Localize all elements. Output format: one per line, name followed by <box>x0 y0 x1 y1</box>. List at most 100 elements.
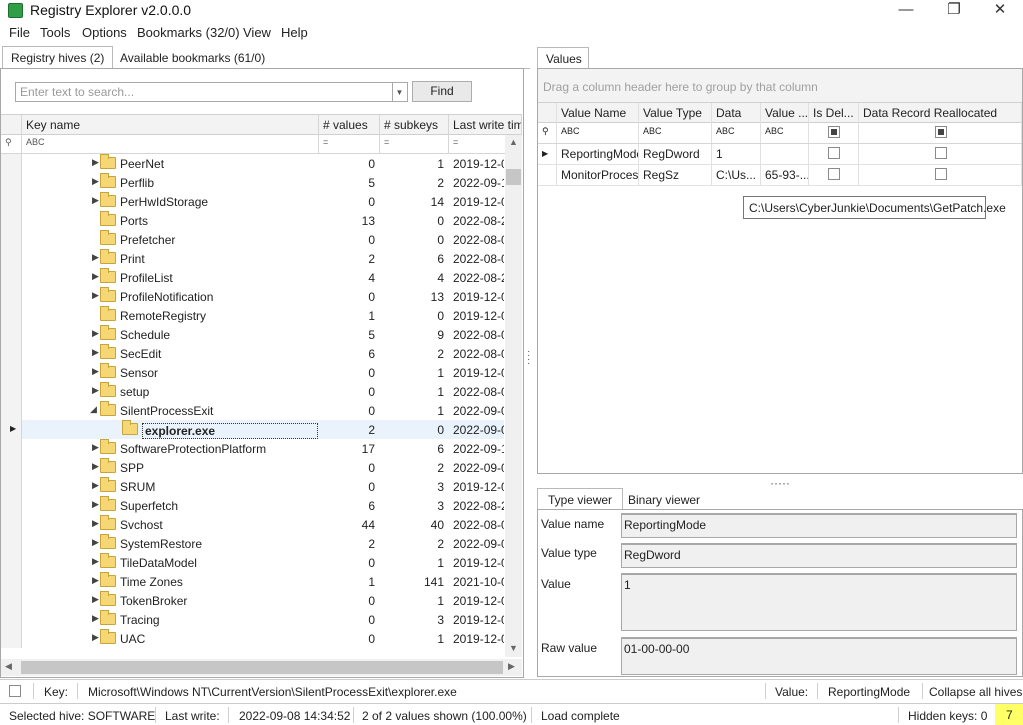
tree-row[interactable]: ▶ PerHwIdStorage 0 14 2019-12-07 <box>22 192 504 211</box>
is-deleted-checkbox[interactable] <box>828 147 840 159</box>
tree-row[interactable]: Ports 13 0 2022-08-2 <box>22 211 504 230</box>
values-row-monitor-process[interactable]: MonitorProcess RegSz C:\Us... 65-93-... <box>538 165 1022 186</box>
row-selector[interactable] <box>1 401 22 420</box>
tree-row[interactable]: ▶ Print 2 6 2022-08-0 <box>22 249 504 268</box>
row-selector[interactable] <box>1 477 22 496</box>
expand-icon[interactable]: ▶ <box>92 347 99 358</box>
row-selector[interactable] <box>1 363 22 382</box>
column-is-deleted[interactable]: Is Del... <box>809 103 859 123</box>
find-button[interactable]: Find <box>412 81 472 102</box>
expand-icon[interactable]: ▶ <box>92 461 99 472</box>
column-last-write[interactable]: Last write time <box>449 115 522 135</box>
filter-value-name[interactable]: ABC <box>557 123 639 143</box>
tree-row[interactable]: ▶ Superfetch 6 3 2022-08-2 <box>22 496 504 515</box>
scroll-right-icon[interactable]: ▶ <box>508 661 515 672</box>
row-selector[interactable] <box>1 382 22 401</box>
tree-row[interactable]: ▶ Svchost 44 40 2022-08-0 <box>22 515 504 534</box>
expand-icon[interactable]: ▶ <box>92 613 99 624</box>
scroll-down-icon[interactable]: ▼ <box>509 643 518 653</box>
value-slack-cell[interactable] <box>761 144 809 164</box>
value-data-cell[interactable]: C:\Us... <box>712 165 761 185</box>
row-selector[interactable] <box>1 192 22 211</box>
row-selector[interactable] <box>1 439 22 458</box>
expand-icon[interactable]: ▶ <box>92 537 99 548</box>
expand-icon[interactable]: ▶ <box>92 385 99 396</box>
filter-reallocated-checkbox[interactable] <box>935 126 947 138</box>
scroll-left-icon[interactable]: ◀ <box>5 661 12 672</box>
raw-value-field[interactable]: 01-00-00-00 <box>621 637 1017 675</box>
tree-row[interactable]: ▶ SRUM 0 3 2019-12-07 <box>22 477 504 496</box>
scroll-up-icon[interactable]: ▲ <box>509 137 518 147</box>
expand-icon[interactable]: ▶ <box>92 575 99 586</box>
value-name-cell[interactable]: ReportingMode <box>557 144 639 164</box>
tree-row[interactable]: ▶ ProfileNotification 0 13 2019-12-07 <box>22 287 504 306</box>
tree-row[interactable]: ▶ Schedule 5 9 2022-08-0 <box>22 325 504 344</box>
expand-icon[interactable]: ▶ <box>92 176 99 187</box>
close-button[interactable]: ✕ <box>977 0 1023 22</box>
expand-icon[interactable]: ▶ <box>92 290 99 301</box>
tree-row[interactable]: ▶ Perflib 5 2 2022-09-16 <box>22 173 504 192</box>
scroll-thumb[interactable] <box>506 169 521 185</box>
row-selector[interactable] <box>1 211 22 230</box>
tree-row[interactable]: ▶ ProfileList 4 4 2022-08-2 <box>22 268 504 287</box>
row-selector[interactable] <box>1 173 22 192</box>
tree-row[interactable]: ▶ SoftwareProtectionPlatform 17 6 2022-09-16 <box>22 439 504 458</box>
column-value-type[interactable]: Value Type <box>639 103 712 123</box>
collapse-all-hives-button[interactable]: Collapse all hives <box>929 685 1022 699</box>
expand-icon[interactable]: ▶ <box>92 195 99 206</box>
filter-reallocated[interactable] <box>859 123 1022 143</box>
tree-row[interactable]: ▶ PeerNet 0 1 2019-12-0 <box>22 154 504 173</box>
tab-registry-hives[interactable]: Registry hives (2) <box>2 46 114 69</box>
tab-binary-viewer[interactable]: Binary viewer <box>619 488 709 510</box>
tree-row[interactable]: ▶ Tracing 0 3 2019-12-07 <box>22 610 504 629</box>
expand-icon[interactable]: ▶ <box>92 556 99 567</box>
filter-value-type[interactable]: ABC <box>639 123 712 143</box>
row-selector[interactable] <box>1 249 22 268</box>
group-panel-hint[interactable]: Drag a column header here to group by th… <box>538 69 1022 102</box>
row-selector[interactable]: ▶ <box>1 420 22 439</box>
row-selector[interactable] <box>1 230 22 249</box>
column-data-record-reallocated[interactable]: Data Record Reallocated <box>859 103 1022 123</box>
tree-row[interactable]: ▶ Time Zones 1 141 2021-10-06 <box>22 572 504 591</box>
tree-row[interactable]: Prefetcher 0 0 2022-08-0 <box>22 230 504 249</box>
tree-row[interactable]: ▶ UAC 0 1 2019-12-07 <box>22 629 504 648</box>
row-selector[interactable] <box>1 325 22 344</box>
is-deleted-checkbox[interactable] <box>828 168 840 180</box>
search-dropdown-icon[interactable]: ▼ <box>392 82 408 102</box>
value-field[interactable]: 1 <box>621 573 1017 631</box>
expand-icon[interactable]: ▶ <box>92 157 99 168</box>
row-selector[interactable] <box>1 306 22 325</box>
filter-value-slack[interactable]: ABC <box>761 123 809 143</box>
row-selector[interactable] <box>1 458 22 477</box>
expand-icon[interactable]: ▶ <box>92 594 99 605</box>
reallocated-cell[interactable] <box>859 144 1022 164</box>
menu-file[interactable]: File <box>9 25 30 40</box>
hscroll-thumb[interactable] <box>21 661 503 674</box>
search-input[interactable]: Enter text to search... <box>15 82 393 102</box>
column-value-name[interactable]: Value Name <box>557 103 639 123</box>
expand-icon[interactable]: ▶ <box>92 252 99 263</box>
value-type-cell[interactable]: RegSz <box>639 165 712 185</box>
value-name-field[interactable]: ReportingMode <box>621 513 1017 538</box>
column-key-name[interactable]: Key name <box>22 115 319 135</box>
tree-row[interactable]: ▶ Sensor 0 1 2019-12-07 <box>22 363 504 382</box>
vertical-splitter[interactable]: · · · · <box>527 347 531 369</box>
collapse-icon[interactable]: ◢ <box>90 404 97 415</box>
expand-icon[interactable]: ▶ <box>92 480 99 491</box>
expand-icon[interactable]: ▶ <box>92 518 99 529</box>
column-subkeys[interactable]: # subkeys <box>380 115 449 135</box>
row-selector[interactable] <box>1 268 22 287</box>
tree-row[interactable]: ▶ TileDataModel 0 1 2019-12-07 <box>22 553 504 572</box>
expand-icon[interactable]: ▶ <box>92 499 99 510</box>
values-row-reporting-mode[interactable]: ▶ ReportingMode RegDword 1 <box>538 144 1022 165</box>
filter-is-deleted[interactable] <box>809 123 859 143</box>
tree-row[interactable]: ▶ TokenBroker 0 1 2019-12-07 <box>22 591 504 610</box>
value-type-cell[interactable]: RegDword <box>639 144 712 164</box>
tree-row[interactable]: ▶ SecEdit 6 2 2022-08-0 <box>22 344 504 363</box>
minimize-button[interactable]: — <box>883 0 929 22</box>
expand-icon[interactable]: ▶ <box>92 271 99 282</box>
tree-row[interactable]: ◢ SilentProcessExit 0 1 2022-09-08 <box>22 401 504 420</box>
tree-row[interactable]: RemoteRegistry 1 0 2019-12-07 <box>22 306 504 325</box>
row-selector[interactable] <box>1 572 22 591</box>
tab-type-viewer[interactable]: Type viewer <box>537 488 624 510</box>
